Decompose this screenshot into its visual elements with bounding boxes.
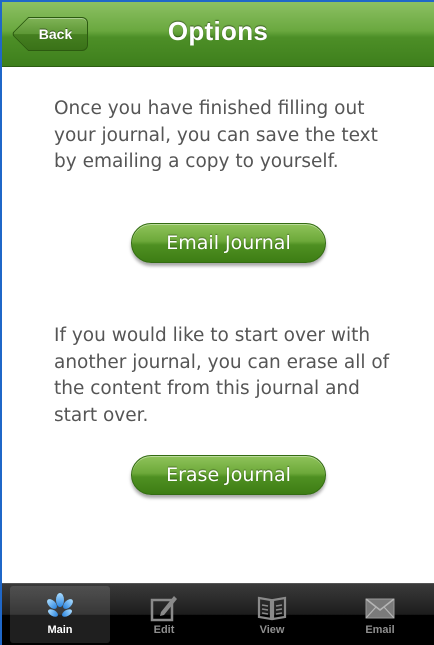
- tab-main-label: Main: [47, 624, 73, 636]
- erase-journal-button-label: Erase Journal: [166, 464, 291, 486]
- tab-bar: Main Edit View Email: [2, 583, 434, 645]
- options-content: Once you have finished filling out your …: [2, 67, 434, 583]
- tab-email[interactable]: Email: [326, 584, 434, 645]
- plant-icon: [44, 592, 76, 622]
- back-button[interactable]: Back: [28, 17, 88, 51]
- tab-view-label: View: [259, 624, 285, 636]
- tab-email-label: Email: [365, 624, 395, 636]
- edit-icon: [148, 592, 180, 622]
- tab-main[interactable]: Main: [10, 586, 110, 643]
- back-button-label: Back: [38, 26, 73, 42]
- email-journal-button[interactable]: Email Journal: [131, 223, 326, 263]
- tab-edit-label: Edit: [153, 624, 175, 636]
- navigation-bar: Back Options: [2, 2, 434, 67]
- book-icon: [256, 592, 288, 622]
- options-screen: Back Options Once you have finished fill…: [0, 0, 434, 645]
- tab-edit[interactable]: Edit: [110, 584, 218, 645]
- envelope-icon: [364, 592, 396, 622]
- erase-journal-button[interactable]: Erase Journal: [131, 455, 326, 495]
- email-instructions: Once you have finished filling out your …: [54, 98, 378, 172]
- email-journal-button-label: Email Journal: [166, 232, 291, 254]
- erase-instructions: If you would like to start over with ano…: [54, 325, 390, 426]
- tab-view[interactable]: View: [218, 584, 326, 645]
